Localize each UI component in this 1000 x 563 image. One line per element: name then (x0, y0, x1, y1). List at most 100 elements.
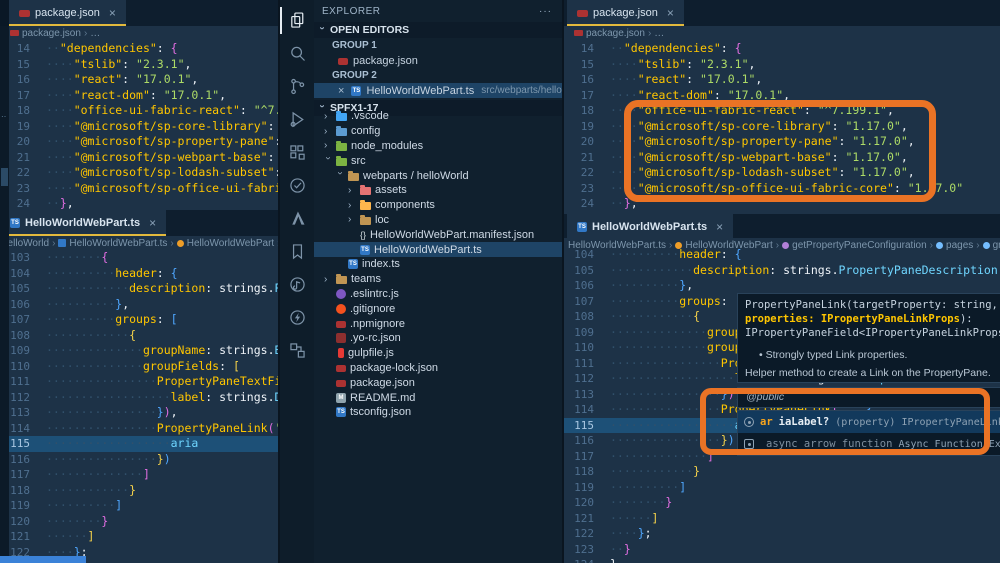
chevron-right-icon[interactable]: › (324, 140, 332, 151)
tree-item-node-modules[interactable]: ›node_modules (314, 139, 562, 154)
tree-item-index-ts[interactable]: TSindex.ts (314, 257, 562, 272)
code-line[interactable]: 123··} (564, 542, 1000, 558)
tab-package-json[interactable]: package.json × (567, 0, 684, 26)
code-line[interactable]: 117··············] (0, 467, 278, 483)
chevron-right-icon[interactable]: › (348, 200, 356, 211)
code-line[interactable]: 121······] (0, 529, 278, 545)
tree-item-tsconfig-json[interactable]: TStsconfig.json (314, 405, 562, 420)
chevron-right-icon[interactable]: › (324, 274, 332, 285)
breadcrumb-item-HelloWorldWebPart.ts[interactable]: HelloWorldWebPart.ts (58, 238, 167, 249)
suggestion-item[interactable]: ariaLabel?(property) IPropertyPaneLinkPr… (738, 411, 1000, 433)
tree-item--yo-rc-json[interactable]: .yo-rc.json (314, 331, 562, 346)
code-line[interactable]: 120········} (564, 495, 1000, 511)
code-line[interactable]: 118············} (564, 464, 1000, 480)
tree-item--eslintrc-js[interactable]: .eslintrc.js (314, 287, 562, 302)
tab-package-json[interactable]: package.json × (9, 0, 126, 26)
chevron-right-icon[interactable]: › (348, 214, 356, 225)
breadcrumb[interactable]: helloWorld›HelloWorldWebPart.ts›HelloWor… (0, 236, 278, 250)
chevron-down-icon[interactable]: › (335, 172, 346, 180)
tree-item-readme-md[interactable]: MREADME.md (314, 390, 562, 405)
code-line[interactable]: 104··········header: { (0, 266, 278, 282)
chevron-right-icon[interactable]: › (324, 126, 332, 137)
activitybar-extensions-icon[interactable] (280, 136, 314, 169)
code-line[interactable]: 103········{ (0, 250, 278, 266)
tree-item-assets[interactable]: ›assets (314, 183, 562, 198)
code-line[interactable]: 116················}) (0, 452, 278, 468)
code-line[interactable]: 15····"tslib": "2.3.1", (564, 57, 1000, 73)
code-line[interactable]: 18····"office-ui-fabric-react": "^7.199.… (0, 103, 278, 119)
breadcrumb-item-package.json[interactable]: package.json (574, 28, 645, 39)
breadcrumb-item-…[interactable]: … (90, 28, 100, 39)
code-line[interactable]: 119··········] (564, 480, 1000, 496)
open-editor-item[interactable]: package.json (314, 53, 562, 68)
breadcrumb-item-…[interactable]: … (654, 28, 664, 39)
close-icon[interactable]: × (338, 85, 344, 97)
breadcrumb-item-helloWorld[interactable]: helloWorld (2, 238, 49, 249)
code-line[interactable]: 24··}, (564, 196, 1000, 212)
tree-item-helloworldwebpart-ts[interactable]: TSHelloWorldWebPart.ts (314, 242, 562, 257)
activitybar-source-control-icon[interactable] (280, 70, 314, 103)
activitybar-azure-icon[interactable] (280, 202, 314, 235)
code-line[interactable]: 112··················label: strings.Desc… (0, 390, 278, 406)
code-line[interactable]: 16····"react": "17.0.1", (564, 72, 1000, 88)
code-line[interactable]: 21····"@microsoft/sp-webpart-base": "1.1… (564, 150, 1000, 166)
code-line[interactable]: 109··············groupName: strings.Basi… (0, 343, 278, 359)
close-icon[interactable]: × (109, 6, 116, 20)
close-icon[interactable]: × (667, 6, 674, 20)
tree-item-webparts-helloworld[interactable]: ›webparts / helloWorld (314, 168, 562, 183)
code-editor-webpart-ts[interactable]: 103········{104··········header: {105···… (0, 250, 278, 560)
tree-item-components[interactable]: ›components (314, 198, 562, 213)
tree-item-loc[interactable]: ›loc (314, 213, 562, 228)
code-line[interactable]: 105············description: strings.Prop… (0, 281, 278, 297)
more-actions-icon[interactable]: ··· (539, 6, 552, 17)
open-editors-header[interactable]: › OPEN EDITORS (314, 22, 562, 38)
code-line[interactable]: 114················PropertyPaneLink('', … (0, 421, 278, 437)
code-line[interactable]: 17····"react-dom": "17.0.1", (0, 88, 278, 104)
tree-item-config[interactable]: ›config (314, 124, 562, 139)
breadcrumb[interactable]: package.json›… (564, 26, 1000, 40)
code-line[interactable]: 16····"react": "17.0.1", (0, 72, 278, 88)
chevron-right-icon[interactable]: › (348, 185, 356, 196)
code-line[interactable]: 121······] (564, 511, 1000, 527)
code-line[interactable]: 22····"@microsoft/sp-lodash-subset": "1.… (564, 165, 1000, 181)
code-editor-package-json[interactable]: 14··"dependencies": {15····"tslib": "2.3… (0, 41, 278, 212)
code-line[interactable]: 115··················aria (0, 436, 278, 452)
activitybar-media-notes-icon[interactable] (280, 268, 314, 301)
code-line[interactable]: 18····"office-ui-fabric-react": "^7.199.… (564, 103, 1000, 119)
activitybar-thunder-client-icon[interactable] (280, 301, 314, 334)
code-line[interactable]: 20····"@microsoft/sp-property-pane": "1.… (564, 134, 1000, 150)
activitybar-run-debug-icon[interactable] (280, 103, 314, 136)
activitybar-explorer-icon[interactable] (280, 4, 314, 37)
horizontal-scrollbar[interactable] (0, 556, 86, 563)
tree-item-teams[interactable]: ›teams (314, 272, 562, 287)
code-line[interactable]: 106··········}, (0, 297, 278, 313)
tree-item-helloworldwebpart-manifest-json[interactable]: {}HelloWorldWebPart.manifest.json (314, 227, 562, 242)
code-line[interactable]: 118············} (0, 483, 278, 499)
code-line[interactable]: 21····"@microsoft/sp-webpart-base": "1.1… (0, 150, 278, 166)
code-line[interactable]: 111················PropertyPaneTextField… (0, 374, 278, 390)
code-line[interactable]: 124} (564, 557, 1000, 563)
activitybar-project-manager-icon[interactable] (280, 334, 314, 367)
code-line[interactable]: 19····"@microsoft/sp-core-library": "1.1… (564, 119, 1000, 135)
tree-item-package-lock-json[interactable]: package-lock.json (314, 361, 562, 376)
breadcrumb[interactable]: package.json›… (0, 26, 278, 40)
code-line[interactable]: 23····"@microsoft/sp-office-ui-fabric-co… (0, 181, 278, 197)
tab-helloworldwebpart[interactable]: TS HelloWorldWebPart.ts × (567, 214, 733, 240)
code-line[interactable]: 108············{ (0, 328, 278, 344)
activitybar-search-icon[interactable] (280, 37, 314, 70)
close-icon[interactable]: × (716, 220, 723, 234)
code-line[interactable]: 106··········}, (564, 278, 1000, 294)
breadcrumb-item-HelloWorldWebPart[interactable]: HelloWorldWebPart (177, 238, 274, 249)
code-line[interactable]: 14··"dependencies": { (0, 41, 278, 57)
code-line[interactable]: 122····}; (564, 526, 1000, 542)
close-icon[interactable]: × (149, 216, 156, 230)
suggestion-item[interactable]: async arrow functionAsync Function Expre (738, 433, 1000, 455)
activitybar-bookmarks-icon[interactable] (280, 235, 314, 268)
chevron-down-icon[interactable]: › (323, 157, 334, 165)
code-line[interactable]: 22····"@microsoft/sp-lodash-subset": "1.… (0, 165, 278, 181)
code-line[interactable]: 17····"react-dom": "17.0.1", (564, 88, 1000, 104)
code-line[interactable]: 110··············groupFields: [ (0, 359, 278, 375)
tree-item-src[interactable]: ›src (314, 153, 562, 168)
tab-helloworldwebpart[interactable]: TS HelloWorldWebPart.ts × (0, 210, 166, 236)
code-line[interactable]: 14··"dependencies": { (564, 41, 1000, 57)
